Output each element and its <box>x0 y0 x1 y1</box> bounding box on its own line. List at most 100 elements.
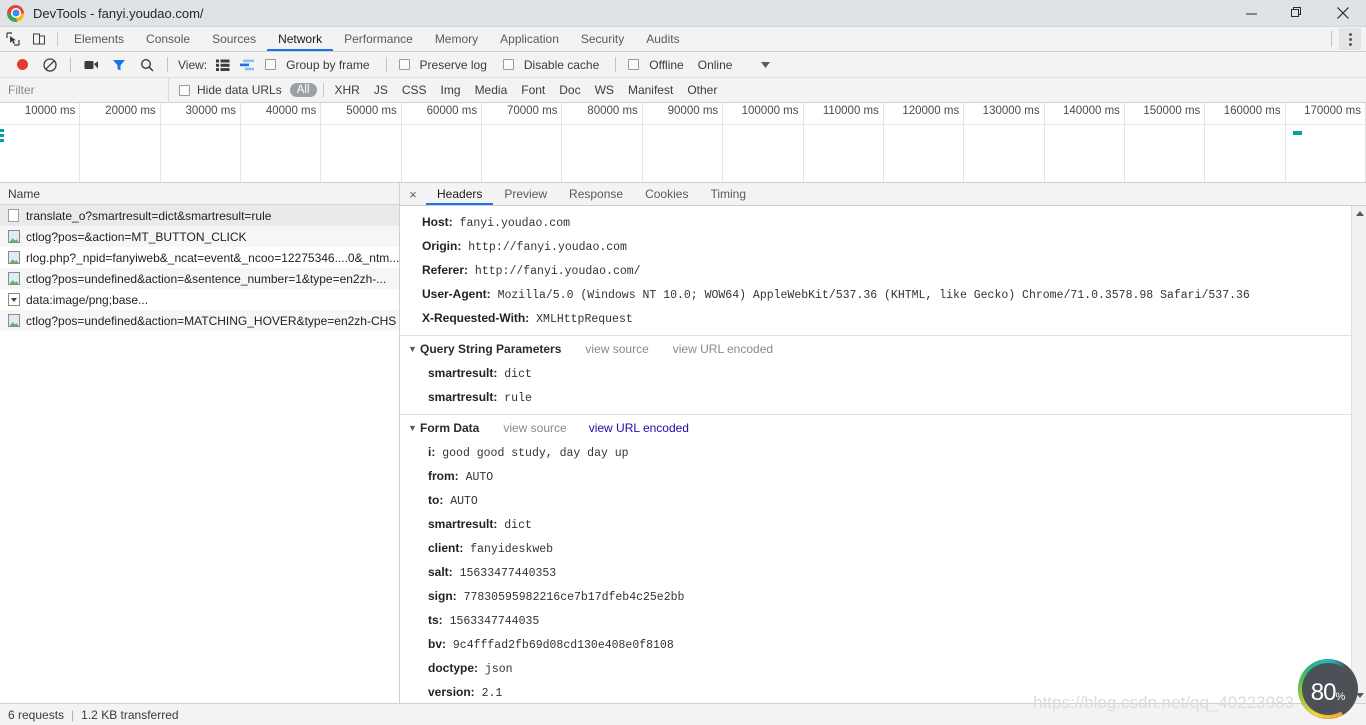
detail-tab-headers[interactable]: Headers <box>426 183 494 205</box>
type-filter-js[interactable]: JS <box>367 83 395 97</box>
section-title: Query String Parameters <box>420 342 562 356</box>
param-row: salt: 15633477440353 <box>400 561 1366 585</box>
image-icon <box>7 251 20 265</box>
request-row[interactable]: rlog.php?_npid=fanyiweb&_ncat=event&_nco… <box>0 247 399 268</box>
param-name: version: <box>428 685 475 699</box>
tab-security[interactable]: Security <box>570 27 635 51</box>
inspect-element-icon[interactable] <box>0 27 26 51</box>
param-name: sign: <box>428 589 457 603</box>
waterfall-view-icon[interactable] <box>235 52 259 78</box>
request-name: translate_o?smartresult=dict&smartresult… <box>26 208 272 223</box>
type-filter-font[interactable]: Font <box>514 83 552 97</box>
view-url-encoded-link[interactable]: view URL encoded <box>589 421 689 435</box>
timeline-ticks: 10000 ms 20000 ms 30000 ms 40000 ms 50000 ms… <box>0 103 1366 182</box>
filter-icon[interactable] <box>105 52 133 78</box>
type-filter-xhr[interactable]: XHR <box>328 83 367 97</box>
tab-performance[interactable]: Performance <box>333 27 424 51</box>
tab-memory[interactable]: Memory <box>424 27 489 51</box>
column-header-name[interactable]: Name <box>0 183 399 205</box>
hide-data-urls-checkbox[interactable]: Hide data URLs <box>169 83 290 97</box>
window-controls <box>1228 0 1366 27</box>
timeline-tick-label: 140000 ms <box>1063 105 1120 117</box>
view-source-link[interactable]: view source <box>503 421 566 435</box>
badge-value: 80 <box>1310 679 1337 706</box>
param-name: ts: <box>428 613 443 627</box>
type-filter-media[interactable]: Media <box>468 83 515 97</box>
detail-scrollbar[interactable] <box>1351 206 1366 703</box>
type-filter-ws[interactable]: WS <box>588 83 621 97</box>
timeline-tick-label: 30000 ms <box>185 105 237 117</box>
tab-label: Performance <box>344 32 413 46</box>
timeline-tick: 20000 ms <box>80 103 161 182</box>
type-filter-img[interactable]: Img <box>434 83 468 97</box>
view-source-link[interactable]: view source <box>585 342 648 356</box>
offline-checkbox[interactable]: Offline <box>622 58 693 72</box>
param-row: from: AUTO <box>400 465 1366 489</box>
type-filter-other[interactable]: Other <box>680 83 724 97</box>
type-filter-doc[interactable]: Doc <box>552 83 587 97</box>
record-button[interactable] <box>8 52 36 78</box>
param-row: smartresult: dict <box>400 513 1366 537</box>
minimize-icon[interactable] <box>1228 0 1274 27</box>
timeline-tick: 100000 ms <box>723 103 804 182</box>
tab-elements[interactable]: Elements <box>63 27 135 51</box>
request-row[interactable]: ctlog?pos=&action=MT_BUTTON_CLICK <box>0 226 399 247</box>
scroll-up-icon[interactable] <box>1352 206 1366 221</box>
tab-sources[interactable]: Sources <box>201 27 267 51</box>
timeline-tick-label: 70000 ms <box>506 105 558 117</box>
tab-label: Elements <box>74 32 125 46</box>
param-name: salt: <box>428 565 453 579</box>
overview-request-bar <box>0 139 4 142</box>
detail-tab-preview[interactable]: Preview <box>493 183 558 205</box>
more-options-icon[interactable] <box>1339 28 1361 50</box>
detail-tab-timing[interactable]: Timing <box>699 183 757 205</box>
network-overview-timeline[interactable]: 10000 ms 20000 ms 30000 ms 40000 ms 50000 ms… <box>0 103 1366 183</box>
param-row: i: good good study, day day up <box>400 441 1366 465</box>
param-value: dict <box>497 368 532 381</box>
type-filter-css[interactable]: CSS <box>395 83 434 97</box>
request-row[interactable]: data:image/png;base... <box>0 289 399 310</box>
search-icon[interactable] <box>133 52 161 78</box>
list-view-icon[interactable] <box>211 52 235 78</box>
dot <box>1348 37 1352 41</box>
caret-down-icon[interactable]: ▼ <box>408 344 420 354</box>
detail-tab-response[interactable]: Response <box>558 183 634 205</box>
timeline-tick: 90000 ms <box>643 103 724 182</box>
detail-tab-cookies[interactable]: Cookies <box>634 183 699 205</box>
preserve-log-checkbox[interactable]: Preserve log <box>393 58 497 72</box>
chevron-down-icon[interactable] <box>756 61 774 68</box>
request-row[interactable]: ctlog?pos=undefined&action=&sentence_num… <box>0 268 399 289</box>
param-value: 2.1 <box>474 687 503 700</box>
view-label: View: <box>178 57 208 72</box>
capture-screenshots-icon[interactable] <box>77 52 105 78</box>
param-name: doctype: <box>428 661 479 675</box>
tab-application[interactable]: Application <box>489 27 570 51</box>
type-filter-manifest[interactable]: Manifest <box>621 83 680 97</box>
caret-down-icon[interactable]: ▼ <box>408 423 420 433</box>
timeline-tick: 80000 ms <box>562 103 643 182</box>
close-icon[interactable] <box>1320 0 1366 27</box>
tab-label: Sources <box>212 32 257 46</box>
tab-network[interactable]: Network <box>267 27 334 51</box>
restore-icon[interactable] <box>1274 0 1320 27</box>
throttling-value[interactable]: Online <box>694 58 737 72</box>
tab-bar-right <box>1331 27 1366 51</box>
header-name: User-Agent: <box>422 287 491 301</box>
checkbox-box <box>265 59 277 70</box>
query-string-section-header[interactable]: ▼ Query String Parameters view source vi… <box>400 335 1366 362</box>
clear-button[interactable] <box>36 52 64 78</box>
tab-audits[interactable]: Audits <box>635 27 690 51</box>
close-detail-icon[interactable]: × <box>400 183 426 205</box>
view-url-encoded-link[interactable]: view URL encoded <box>673 342 773 356</box>
request-name: ctlog?pos=&action=MT_BUTTON_CLICK <box>26 229 247 244</box>
tab-label: Response <box>569 187 624 201</box>
disable-cache-checkbox[interactable]: Disable cache <box>497 58 609 72</box>
form-data-section-header[interactable]: ▼ Form Data view source view URL encoded <box>400 414 1366 441</box>
request-row[interactable]: translate_o?smartresult=dict&smartresult… <box>0 205 399 226</box>
type-filter-all[interactable]: All <box>289 83 317 97</box>
group-by-frame-checkbox[interactable]: Group by frame <box>259 58 379 72</box>
toggle-device-toolbar-icon[interactable] <box>26 27 52 51</box>
request-row[interactable]: ctlog?pos=undefined&action=MATCHING_HOVE… <box>0 310 399 331</box>
tab-console[interactable]: Console <box>135 27 201 51</box>
filter-input[interactable] <box>0 78 168 102</box>
